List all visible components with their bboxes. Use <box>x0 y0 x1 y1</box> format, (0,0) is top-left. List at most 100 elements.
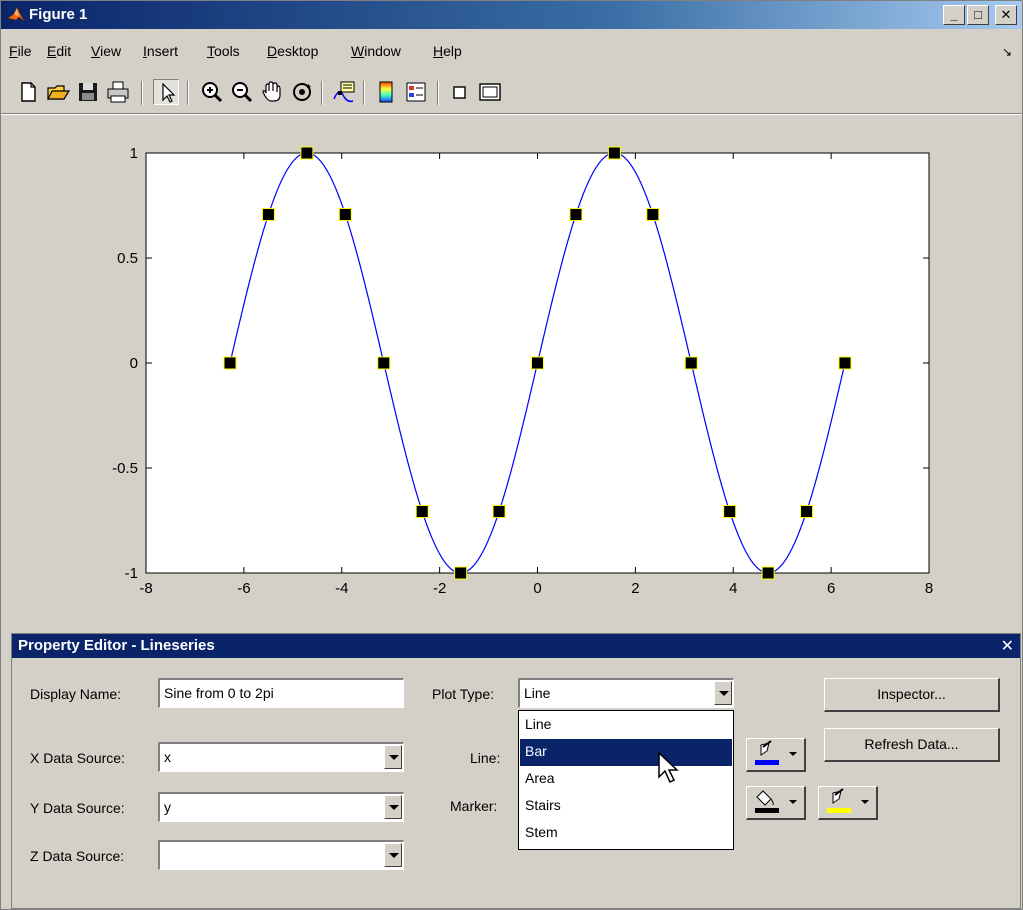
data-point-marker[interactable] <box>684 356 698 370</box>
y-tick-label: 0.5 <box>117 250 138 267</box>
y-data-source-value: y <box>164 799 171 815</box>
x-data-source-value: x <box>164 749 171 765</box>
data-point-marker[interactable] <box>723 504 737 518</box>
y-data-source-label: Y Data Source: <box>30 800 125 816</box>
menu-help[interactable]: Help <box>433 43 462 59</box>
data-point-marker[interactable] <box>300 146 314 160</box>
x-tick-label: 2 <box>631 580 639 597</box>
axes[interactable]: -8 -6 -4 -2 0 2 4 6 8 -1 -0.5 0 0.5 1 <box>1 115 1022 615</box>
plot-type-option-area[interactable]: Area <box>520 766 732 793</box>
menu-file[interactable]: File <box>9 43 32 59</box>
dock-arrow-icon[interactable]: ↘ <box>1002 45 1012 59</box>
z-data-source-combo[interactable] <box>158 840 404 870</box>
x-tick-label: -2 <box>433 580 446 597</box>
zoom-in-icon[interactable] <box>199 79 225 105</box>
x-data-source-combo[interactable]: x <box>158 742 404 772</box>
z-data-source-label: Z Data Source: <box>30 848 125 864</box>
marker-face-color-button[interactable] <box>746 786 806 820</box>
x-tick-label: 6 <box>827 580 835 597</box>
data-point-marker[interactable] <box>377 356 391 370</box>
plot-area[interactable]: -8 -6 -4 -2 0 2 4 6 8 -1 -0.5 0 0.5 1 <box>1 115 1022 625</box>
matlab-logo-icon <box>7 7 25 22</box>
data-point-marker[interactable] <box>838 356 852 370</box>
toolbar-separator <box>437 81 439 105</box>
plot-type-label: Plot Type: <box>432 686 495 702</box>
chevron-down-icon[interactable] <box>384 843 402 867</box>
y-tick-label: 1 <box>130 145 138 162</box>
data-point-marker[interactable] <box>223 356 237 370</box>
menu-insert[interactable]: Insert <box>143 43 178 59</box>
line-color-button[interactable] <box>746 738 806 772</box>
new-file-icon[interactable] <box>15 79 41 105</box>
property-editor-title: Property Editor - Lineseries <box>18 637 215 654</box>
plot-type-option-stairs[interactable]: Stairs <box>520 793 732 820</box>
menu-tools[interactable]: Tools <box>207 43 240 59</box>
property-editor-panel: Property Editor - Lineseries ✕ Display N… <box>11 633 1021 909</box>
data-point-marker[interactable] <box>800 504 814 518</box>
menu-bar: File Edit View Insert Tools Desktop Wind… <box>1 39 1022 65</box>
property-editor-title-bar[interactable]: Property Editor - Lineseries ✕ <box>12 634 1020 658</box>
show-plot-tools-icon[interactable] <box>477 79 503 105</box>
data-point-marker[interactable] <box>531 356 544 370</box>
maximize-button[interactable]: □ <box>967 5 989 25</box>
chevron-down-icon[interactable] <box>384 795 402 819</box>
data-point-marker[interactable] <box>761 566 775 580</box>
x-tick-label: -4 <box>335 580 348 597</box>
chevron-down-icon[interactable] <box>714 681 732 705</box>
plot-type-option-stem[interactable]: Stem <box>520 820 732 847</box>
plot-type-value: Line <box>524 685 551 701</box>
plot-type-combo[interactable]: Line <box>518 678 734 708</box>
mouse-pointer-icon <box>658 751 679 784</box>
title-bar[interactable]: Figure 1 _ □ ✕ <box>1 1 1022 29</box>
toolbar-separator <box>321 81 323 105</box>
data-point-marker[interactable] <box>338 208 352 222</box>
x-tick-label: 8 <box>925 580 933 597</box>
data-point-marker[interactable] <box>415 504 429 518</box>
data-cursor-icon[interactable] <box>331 79 357 105</box>
x-tick-label: 4 <box>729 580 737 597</box>
refresh-data-button[interactable]: Refresh Data... <box>824 728 1000 762</box>
pan-hand-icon[interactable] <box>259 79 285 105</box>
plot-type-option-bar[interactable]: Bar <box>520 739 732 766</box>
legend-icon[interactable] <box>403 79 429 105</box>
property-editor-close-icon[interactable]: ✕ <box>1001 636 1014 656</box>
close-icon: ✕ <box>1000 7 1012 22</box>
menu-view[interactable]: View <box>91 43 121 59</box>
toolbar <box>1 75 1022 111</box>
edit-plot-arrow-icon[interactable] <box>153 79 179 105</box>
plot-type-option-line[interactable]: Line <box>520 712 732 739</box>
rotate-3d-icon[interactable] <box>289 79 315 105</box>
display-name-field[interactable]: Sine from 0 to 2pi <box>158 678 404 708</box>
toolbar-separator <box>363 81 365 105</box>
y-tick-label: -0.5 <box>112 460 138 477</box>
data-point-marker[interactable] <box>261 208 275 222</box>
data-point-marker[interactable] <box>454 566 468 580</box>
marker-label: Marker: <box>450 798 498 814</box>
menu-window[interactable]: Window <box>351 43 401 59</box>
inspector-button[interactable]: Inspector... <box>824 678 1000 712</box>
menu-desktop[interactable]: Desktop <box>267 43 318 59</box>
save-icon[interactable] <box>75 79 101 105</box>
x-tick-label: 0 <box>533 580 541 597</box>
data-point-marker[interactable] <box>569 208 583 222</box>
colorbar-icon[interactable] <box>373 79 399 105</box>
menu-edit[interactable]: Edit <box>47 43 71 59</box>
data-point-marker[interactable] <box>492 504 506 518</box>
display-name-label: Display Name: <box>30 686 122 702</box>
y-data-source-combo[interactable]: y <box>158 792 404 822</box>
minimize-button[interactable]: _ <box>943 5 965 25</box>
open-folder-icon[interactable] <box>45 79 71 105</box>
hide-plot-tools-icon[interactable] <box>447 79 473 105</box>
data-point-marker[interactable] <box>607 146 621 160</box>
chevron-down-icon[interactable] <box>384 745 402 769</box>
maximize-icon: □ <box>974 7 982 22</box>
close-button[interactable]: ✕ <box>995 5 1017 25</box>
y-tick-label: 0 <box>130 355 138 372</box>
marker-edge-color-button[interactable] <box>818 786 878 820</box>
figure-window: Figure 1 _ □ ✕ File Edit View Insert Too… <box>0 0 1023 910</box>
plot-type-dropdown-list: Line Bar Area Stairs Stem <box>518 710 734 850</box>
zoom-out-icon[interactable] <box>229 79 255 105</box>
line-label: Line: <box>470 750 501 766</box>
data-point-marker[interactable] <box>646 208 660 222</box>
print-icon[interactable] <box>105 79 131 105</box>
